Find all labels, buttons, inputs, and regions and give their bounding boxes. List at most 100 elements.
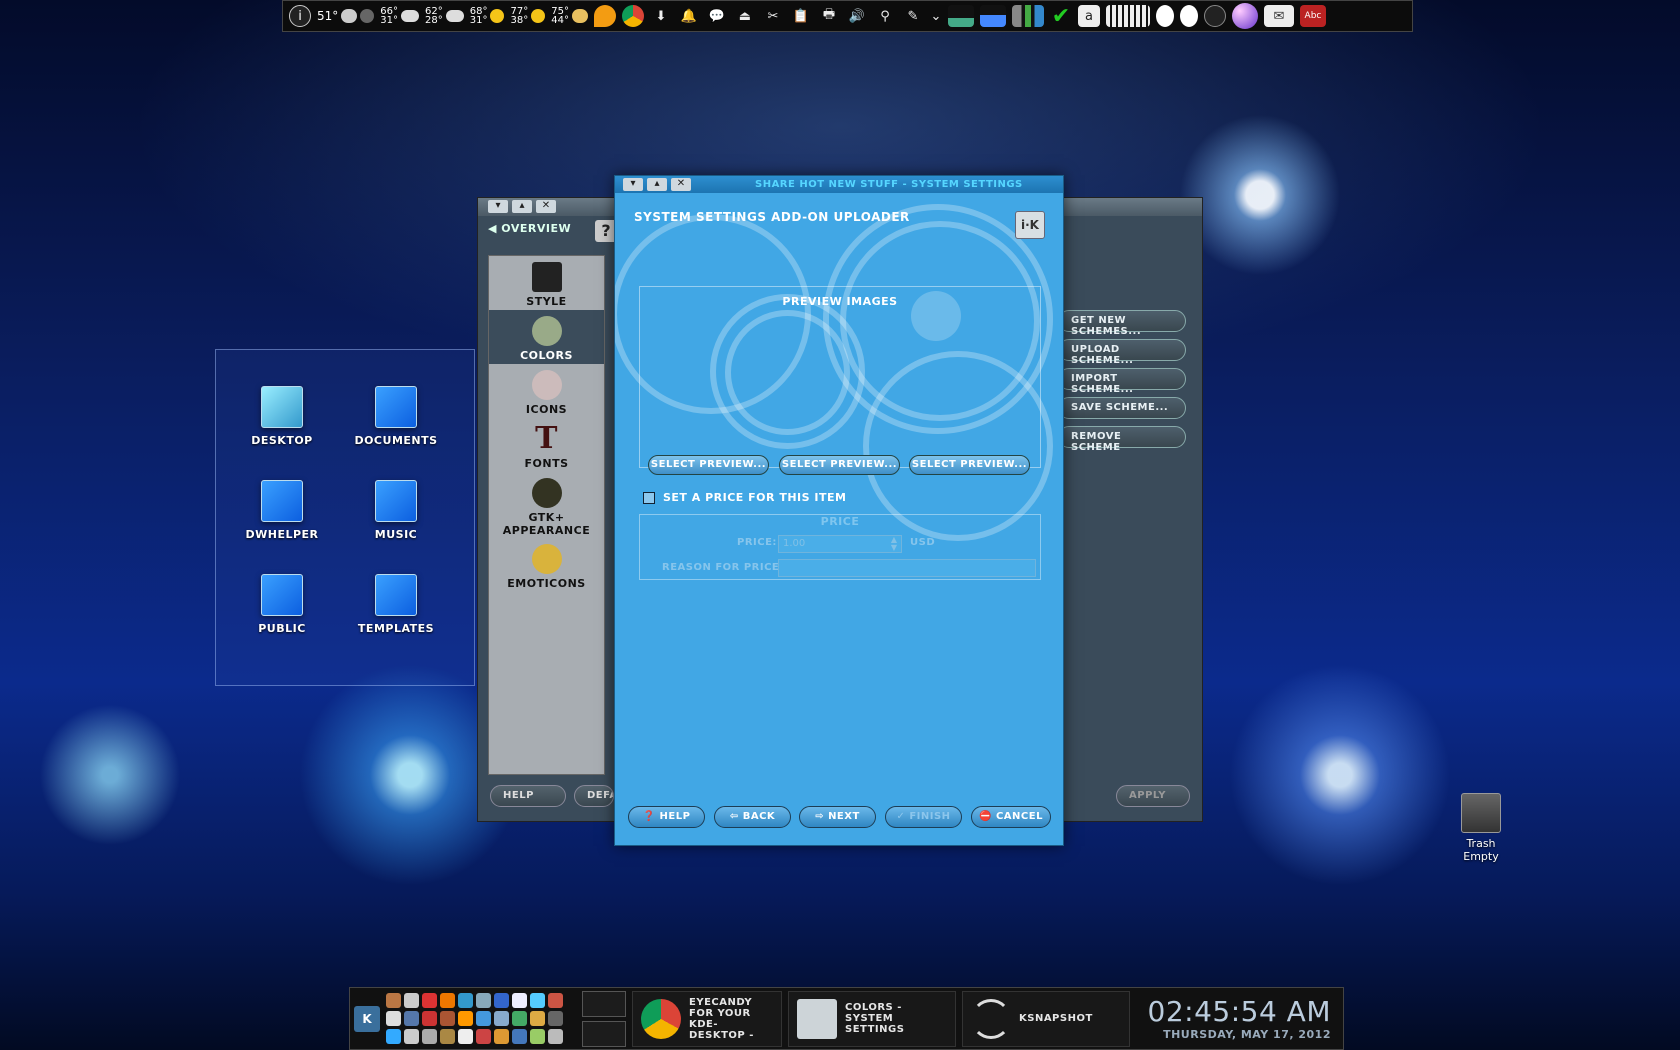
default-button[interactable]: Default (574, 785, 614, 807)
volume-icon[interactable]: 🔊 (846, 5, 868, 27)
category-icons[interactable]: Icons (489, 364, 604, 418)
launcher-icon[interactable] (422, 1029, 437, 1044)
dialog-titlebar[interactable]: ▾ ▴ ✕ Share Hot New Stuff - System Setti… (615, 176, 1063, 193)
launcher-icon[interactable] (422, 1011, 437, 1026)
overview-button[interactable]: ◀ Overview (488, 222, 571, 235)
banana-icon[interactable] (593, 5, 616, 27)
checkmark-icon[interactable]: ✔ (1050, 4, 1072, 29)
reason-input[interactable] (778, 559, 1036, 577)
folder-public[interactable]: Public (232, 574, 332, 635)
launcher-icon[interactable] (458, 993, 473, 1008)
folder-documents[interactable]: Documents (346, 386, 446, 447)
firefox-icon[interactable] (440, 993, 455, 1008)
launcher-icon[interactable] (548, 1029, 563, 1044)
launcher-icon[interactable] (458, 1029, 473, 1044)
launcher-icon[interactable] (512, 1029, 527, 1044)
select-preview-3-button[interactable]: Select Preview... (909, 455, 1030, 475)
category-gtk-appearance[interactable]: GTK+ Appearance (489, 472, 604, 538)
launcher-icon[interactable] (440, 1029, 455, 1044)
launcher-icon[interactable] (548, 993, 563, 1008)
launcher-icon[interactable] (530, 993, 545, 1008)
shade-button[interactable]: ▴ (647, 178, 667, 191)
cancel-button[interactable]: ⛔ Cancel (971, 806, 1051, 828)
launcher-icon[interactable] (530, 1011, 545, 1026)
spellcheck-icon[interactable]: Abc (1299, 5, 1326, 27)
price-spinbox[interactable]: 1.00 ▲ ▼ (778, 535, 902, 553)
launcher-icon[interactable] (440, 1011, 455, 1026)
weather-day-4[interactable]: 77° 38° (510, 7, 546, 26)
launcher-icon[interactable] (494, 1029, 509, 1044)
help-button[interactable]: ❓ Help (628, 806, 705, 828)
weather-day-2[interactable]: 62° 28° (425, 7, 464, 26)
task-system-settings[interactable]: Colors - System Settings (788, 990, 956, 1047)
weather-day-3[interactable]: 68° 31° (470, 7, 505, 26)
apply-button[interactable]: Apply (1116, 785, 1190, 807)
pager-desktop-2[interactable] (582, 1020, 626, 1047)
save-scheme-button[interactable]: Save Scheme... (1058, 397, 1186, 419)
launcher-icon[interactable] (386, 1029, 401, 1044)
menu-button[interactable]: ▾ (488, 200, 508, 213)
usb-icon[interactable]: ⚲ (874, 5, 896, 27)
clipboard-icon[interactable]: 📋 (790, 5, 812, 27)
set-price-checkbox[interactable]: Set a price for this item (643, 491, 846, 504)
get-new-schemes-button[interactable]: Get New Schemes... (1058, 310, 1186, 337)
egg-icon[interactable] (1155, 5, 1174, 27)
chat-icon[interactable]: 💬 (706, 5, 728, 27)
launcher-icon[interactable] (386, 1011, 401, 1026)
scissors-icon[interactable]: ✂ (762, 5, 784, 27)
launcher-icon[interactable] (476, 1011, 491, 1026)
import-scheme-button[interactable]: Import Scheme... (1058, 368, 1186, 395)
shade-button[interactable]: ▴ (512, 200, 532, 213)
kde-menu-icon[interactable]: K (354, 1005, 380, 1032)
weather-current[interactable]: 51° (317, 9, 375, 23)
weather-day-5[interactable]: 75° 44° (551, 7, 588, 26)
folder-music[interactable]: Music (346, 480, 446, 541)
category-style[interactable]: Style (489, 256, 604, 310)
pager-grid-icon[interactable] (1105, 5, 1150, 27)
mail-icon[interactable]: ✉ (1263, 5, 1294, 27)
select-preview-2-button[interactable]: Select Preview... (779, 455, 900, 475)
launcher-icon[interactable] (494, 1011, 509, 1026)
pager-desktop-1[interactable] (582, 990, 626, 1017)
info-icon[interactable]: i (289, 5, 311, 27)
close-button[interactable]: ✕ (671, 178, 691, 191)
desktop-pager[interactable] (582, 990, 626, 1047)
chrome-icon[interactable] (621, 5, 644, 27)
bell-icon[interactable]: 🔔 (678, 5, 700, 27)
close-button[interactable]: ✕ (536, 200, 556, 213)
spin-arrows-icon[interactable]: ▲ ▼ (891, 536, 897, 552)
upload-scheme-button[interactable]: Upload Scheme... (1058, 339, 1186, 366)
digital-clock[interactable]: 02:45:54 AM Thursday, May 17, 2012 (1148, 996, 1339, 1042)
launcher-icon[interactable] (404, 1011, 419, 1026)
menu-button[interactable]: ▾ (623, 178, 643, 191)
launcher-icon[interactable] (476, 993, 491, 1008)
weather-day-1[interactable]: 66° 31° (380, 7, 420, 26)
folder-dwhelper[interactable]: DWHelper (232, 480, 332, 541)
printer-icon[interactable]: 🖶 (818, 5, 840, 27)
launcher-icon[interactable] (494, 993, 509, 1008)
chrome-icon[interactable] (422, 993, 437, 1008)
folder-desktop[interactable]: Desktop (232, 386, 332, 447)
pen-icon[interactable]: ✎ (902, 5, 924, 27)
eject-icon[interactable]: ⏏ (734, 5, 756, 27)
trash-widget[interactable]: Trash Empty (1445, 793, 1517, 863)
launcher-icon[interactable] (386, 993, 401, 1008)
category-colors[interactable]: Colors (489, 310, 604, 364)
remove-scheme-button[interactable]: Remove Scheme (1058, 426, 1186, 453)
launcher-icon[interactable] (404, 993, 419, 1008)
amazon-icon[interactable]: a (1077, 5, 1100, 27)
launcher-icon[interactable] (404, 1029, 419, 1044)
checkbox-box[interactable] (643, 491, 655, 504)
back-button[interactable]: ⇦ Back (714, 806, 791, 828)
egg-icon[interactable] (1179, 5, 1198, 27)
folder-templates[interactable]: Templates (346, 574, 446, 635)
category-emoticons[interactable]: Emoticons (489, 538, 604, 592)
orb-icon[interactable] (1231, 3, 1258, 29)
category-fonts[interactable]: T Fonts (489, 418, 604, 472)
task-chrome[interactable]: Eyecandy for your KDE-Desktop - KDE-Look… (632, 990, 782, 1047)
launcher-icon[interactable] (476, 1029, 491, 1044)
next-button[interactable]: ⇨ Next (799, 806, 876, 828)
help-button[interactable]: Help (490, 785, 566, 807)
task-ksnapshot[interactable]: KSnapshot (962, 990, 1130, 1047)
download-icon[interactable]: ⬇ (650, 5, 672, 27)
